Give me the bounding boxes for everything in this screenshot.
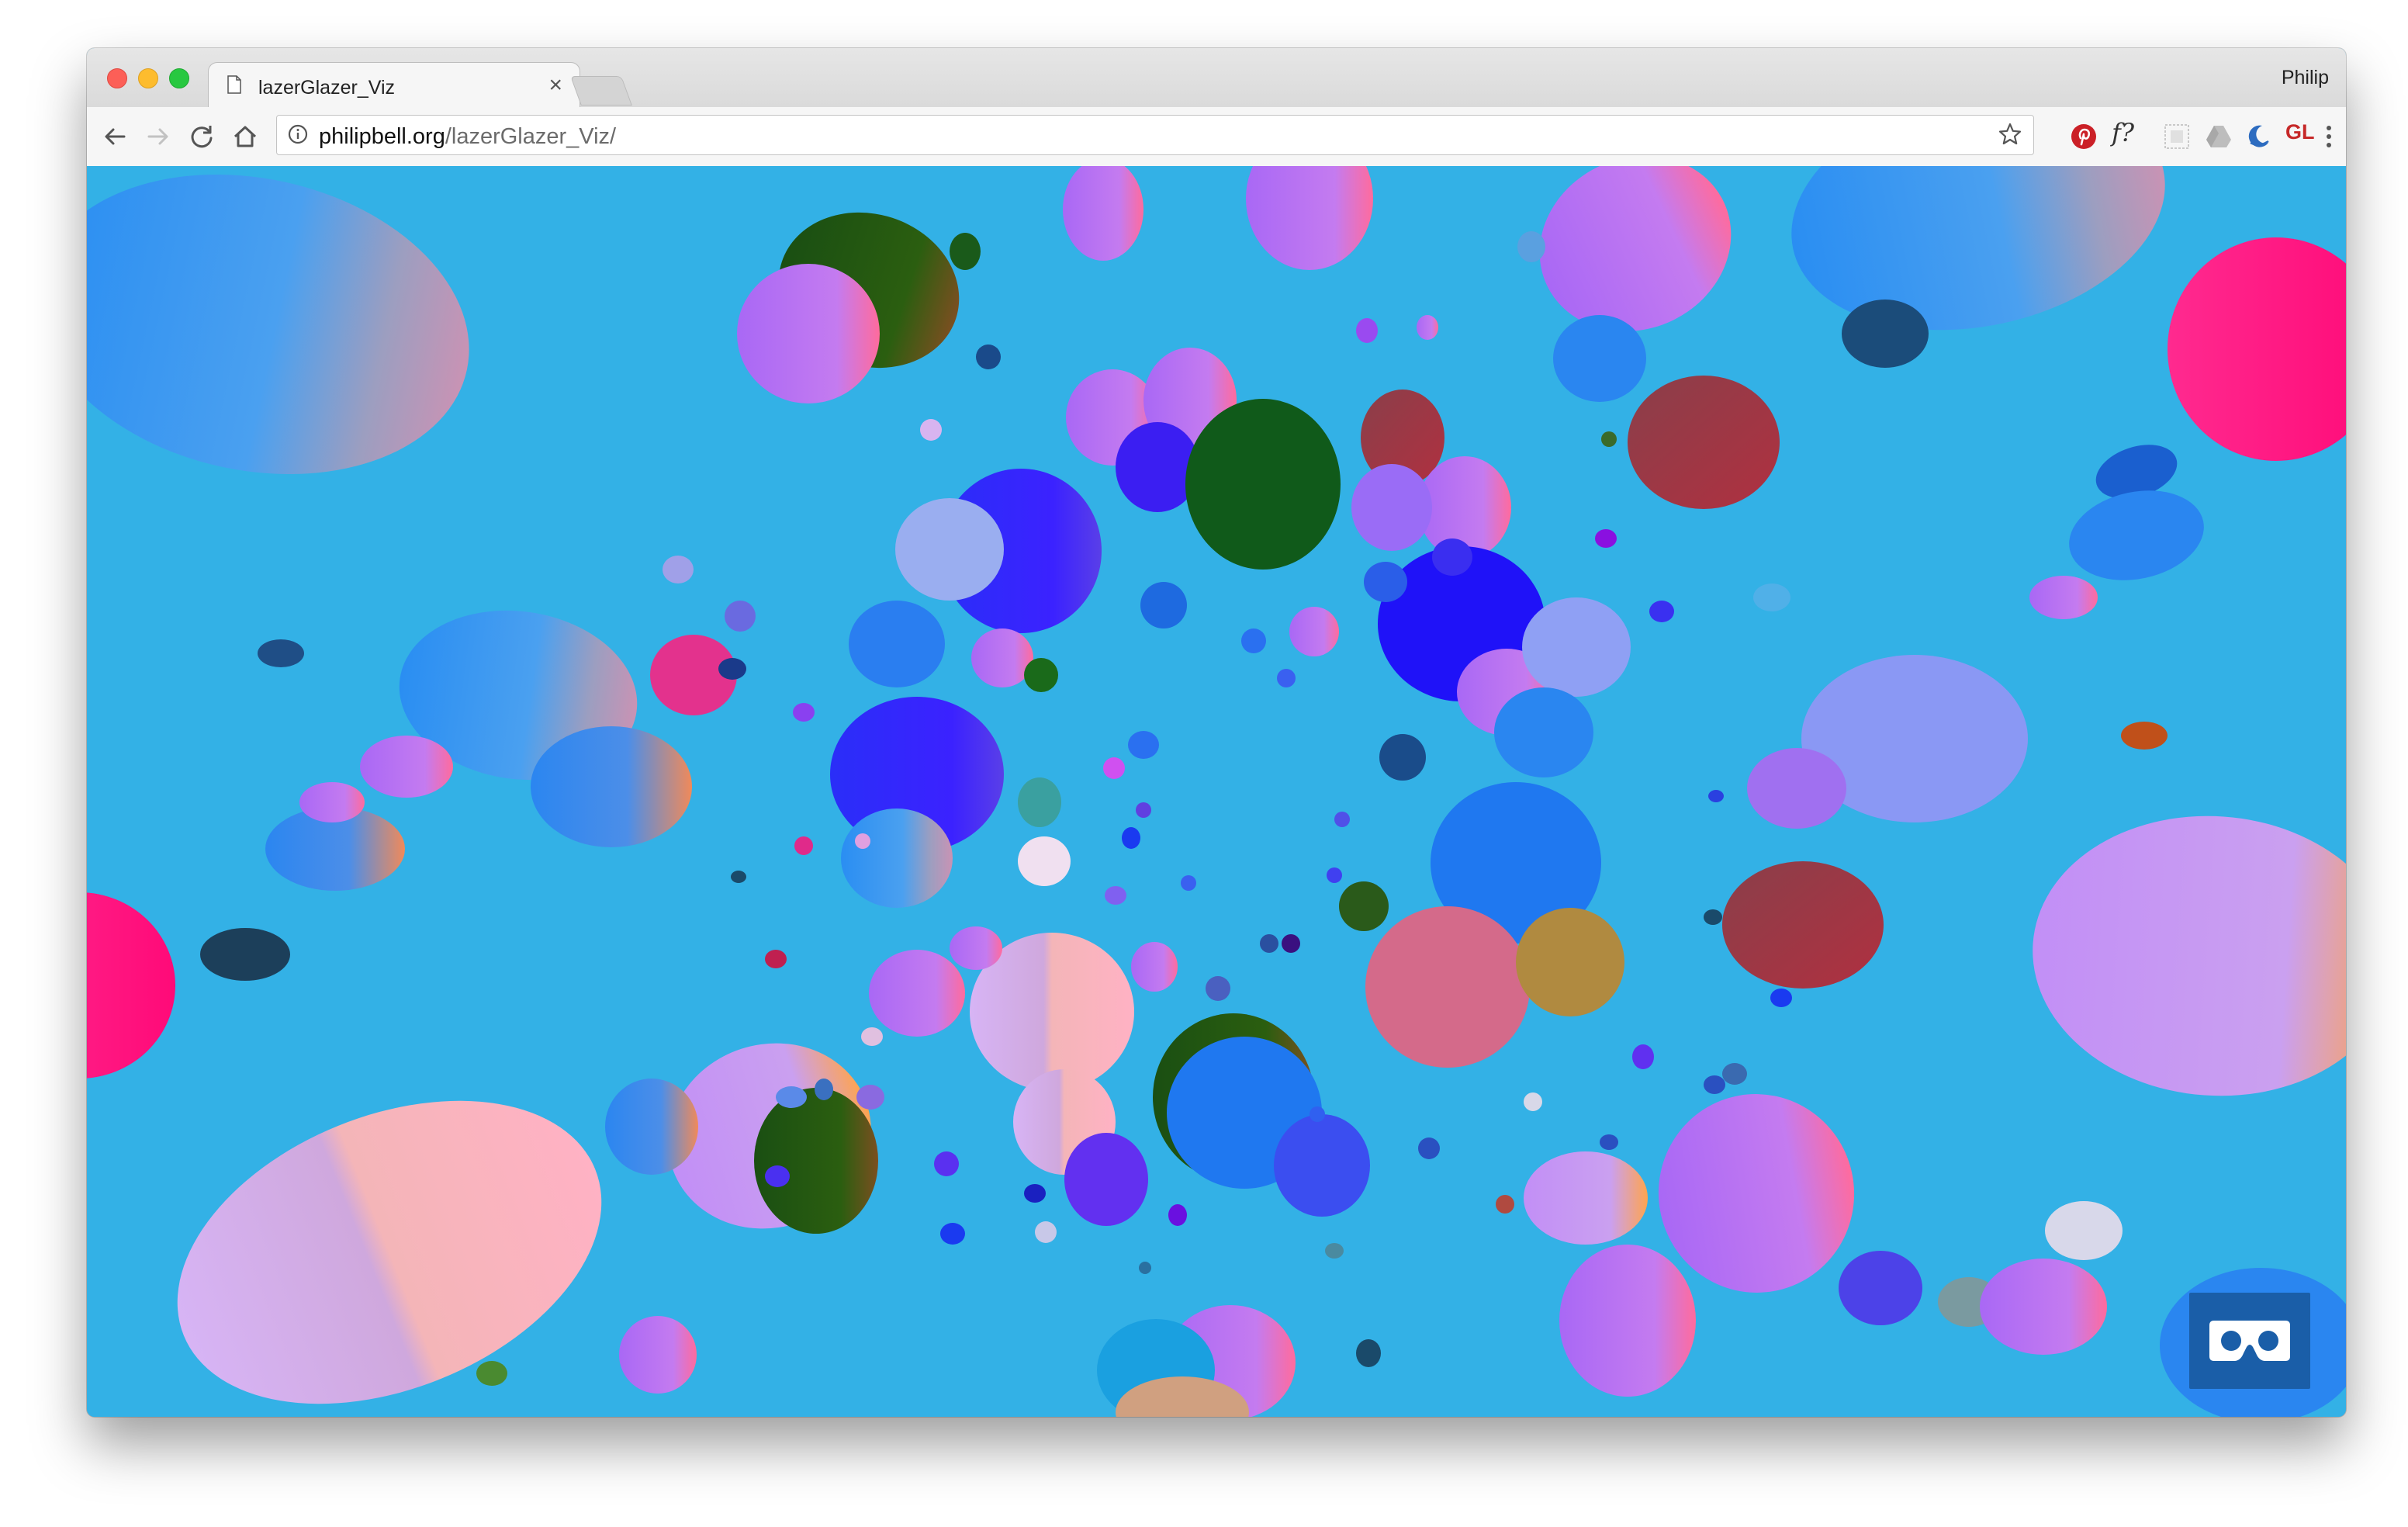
url-text[interactable]: philipbell.org/lazerGlazer_Viz/ xyxy=(319,124,616,150)
home-button[interactable] xyxy=(231,123,259,151)
menu-dots-icon[interactable] xyxy=(2323,123,2335,151)
orb-visualization xyxy=(87,166,2346,1417)
drive-icon[interactable] xyxy=(2205,123,2233,151)
pinterest-icon[interactable] xyxy=(2070,123,2098,151)
profile-button[interactable]: Philip xyxy=(2282,67,2329,89)
webgl-canvas[interactable] xyxy=(87,166,2346,1417)
gl-extension-icon[interactable]: GL xyxy=(2285,120,2315,148)
url-host: philipbell.org xyxy=(319,124,445,149)
reload-button[interactable] xyxy=(188,123,216,151)
title-bar: lazerGlazer_Viz × Philip xyxy=(87,48,2346,109)
font-finder-icon[interactable]: f? xyxy=(2112,118,2134,147)
zoom-window-button[interactable] xyxy=(169,68,189,88)
page-icon xyxy=(227,75,241,94)
tunnel-orbs xyxy=(830,348,1631,1226)
close-window-button[interactable] xyxy=(107,68,127,88)
star-icon[interactable] xyxy=(1998,122,2022,147)
tab-title: lazerGlazer_Viz xyxy=(258,77,396,99)
tab-close-button[interactable]: × xyxy=(548,74,562,97)
browser-window: lazerGlazer_Viz × Philip philipbell.org/… xyxy=(87,48,2346,1417)
minimize-window-button[interactable] xyxy=(138,68,158,88)
grid-extension-icon[interactable] xyxy=(2163,123,2191,151)
vr-mode-button[interactable] xyxy=(2189,1293,2310,1389)
address-bar[interactable]: philipbell.org/lazerGlazer_Viz/ xyxy=(276,115,2034,155)
background-orbs xyxy=(87,166,2346,1417)
crescent-extension-icon[interactable] xyxy=(2245,123,2273,151)
tab-active[interactable]: lazerGlazer_Viz × xyxy=(208,62,580,109)
url-path: /lazerGlazer_Viz/ xyxy=(445,124,617,149)
browser-toolbar: philipbell.org/lazerGlazer_Viz/ f? GL xyxy=(87,107,2346,167)
back-button[interactable] xyxy=(101,123,129,151)
vr-headset-icon xyxy=(2209,1321,2290,1361)
info-icon[interactable] xyxy=(288,124,308,144)
new-tab-button[interactable] xyxy=(570,76,632,106)
forward-button[interactable] xyxy=(144,123,172,151)
